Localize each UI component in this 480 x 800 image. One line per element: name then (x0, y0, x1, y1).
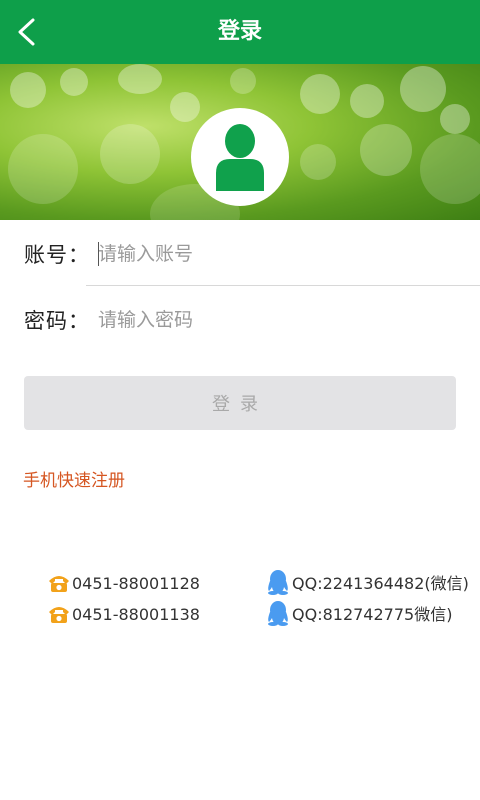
account-label: 账号： (24, 243, 90, 267)
bokeh-light (300, 74, 340, 114)
password-label: 密码： (24, 309, 90, 333)
account-row: 账号： (24, 234, 428, 274)
bokeh-light (230, 68, 256, 94)
text-cursor (98, 242, 99, 266)
password-row: 密码： (24, 300, 428, 340)
avatar[interactable] (191, 108, 289, 206)
field-divider (86, 285, 480, 286)
bokeh-light (10, 72, 46, 108)
login-screen: 登录 账号： 密码： (0, 0, 480, 800)
password-input[interactable] (98, 302, 428, 338)
bokeh-light (118, 64, 162, 94)
bokeh-light (8, 134, 78, 204)
bokeh-light (420, 134, 480, 204)
quick-register-link[interactable]: 手机快速注册 (23, 466, 125, 491)
qq-contact-1[interactable]: QQ:2241364482(微信) (265, 569, 469, 595)
phone-icon (47, 604, 71, 624)
banner (0, 64, 480, 220)
bokeh-light (170, 92, 200, 122)
login-button[interactable]: 登录 (24, 376, 456, 430)
page-title: 登录 (217, 19, 262, 44)
bokeh-light (300, 144, 336, 180)
bokeh-light (350, 84, 384, 118)
bokeh-light (440, 104, 470, 134)
bokeh-light (60, 68, 88, 96)
account-input[interactable] (98, 236, 428, 272)
bokeh-light (400, 66, 446, 112)
bokeh-light (360, 124, 412, 176)
phone-contact-1[interactable]: 0451-88001128 (47, 570, 200, 596)
qq-contact-2[interactable]: QQ:812742775微信) (265, 600, 452, 626)
phone-contact-2[interactable]: 0451-88001138 (47, 601, 200, 627)
qq-icon (265, 600, 291, 626)
qq-icon (265, 569, 291, 595)
app-header: 登录 (0, 0, 480, 64)
bokeh-light (100, 124, 160, 184)
user-icon (216, 124, 264, 191)
phone-icon (47, 573, 71, 593)
